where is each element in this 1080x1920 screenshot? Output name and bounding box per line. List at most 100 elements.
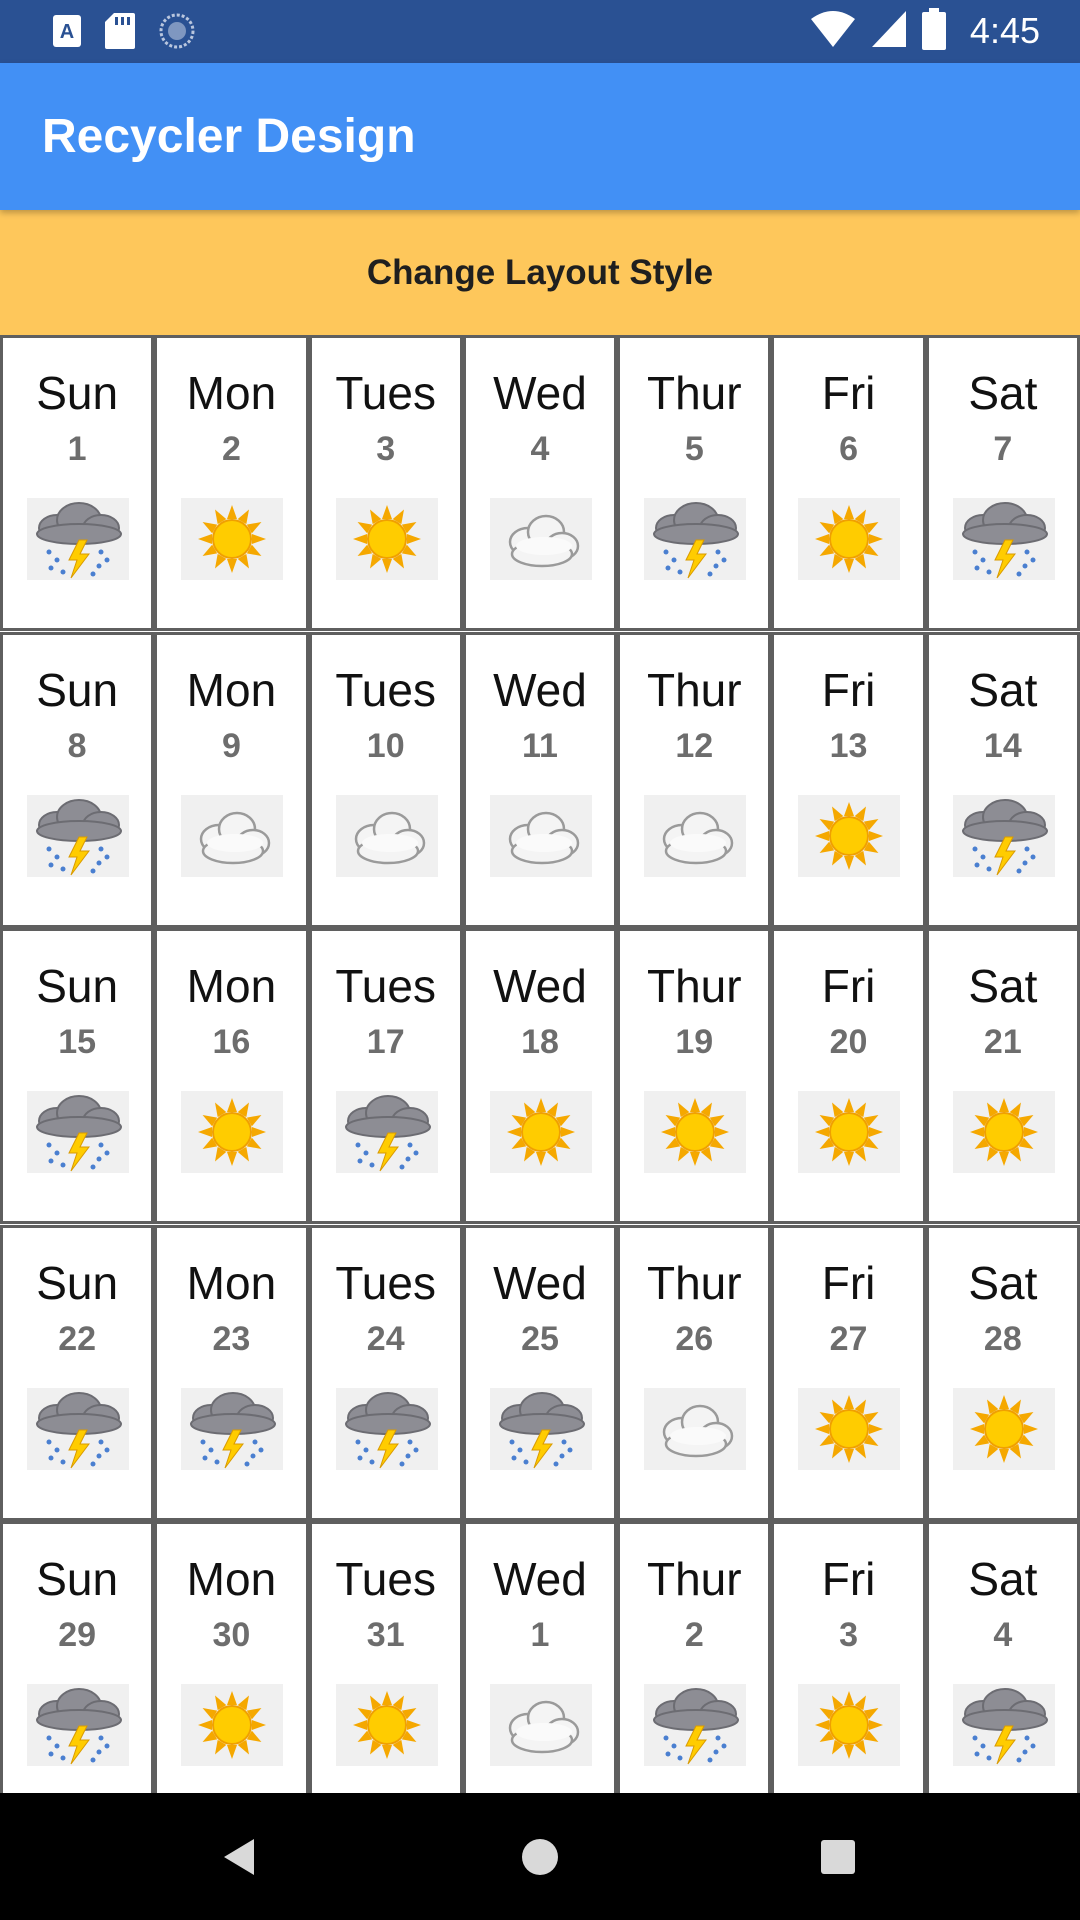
sun-icon	[798, 1387, 901, 1470]
day-number: 4	[530, 430, 550, 468]
day-number: 3	[376, 430, 396, 468]
thunderstorm-icon	[27, 794, 129, 877]
day-cell[interactable]: Thur 26	[617, 1224, 772, 1521]
day-name: Sun	[36, 367, 119, 419]
app-root: A 4:45 Recycler Design Change Layout Sty…	[0, 0, 1080, 1920]
day-cell[interactable]: Mon 2	[154, 335, 309, 631]
change-layout-style-button[interactable]: Change Layout Style	[0, 210, 1080, 335]
signal-icon	[870, 9, 908, 53]
day-number: 1	[67, 430, 87, 468]
day-cell[interactable]: Tues 24	[308, 1224, 463, 1521]
cloud-icon	[489, 498, 592, 580]
day-cell[interactable]: Sat 7	[925, 335, 1080, 631]
thunderstorm-icon	[27, 1091, 129, 1173]
thunderstorm-icon	[644, 1684, 747, 1766]
day-number: 17	[366, 1023, 405, 1061]
day-name: Wed	[493, 1553, 587, 1605]
navigation-bar	[0, 1793, 1080, 1920]
sun-icon	[335, 498, 438, 580]
day-name: Thur	[646, 1553, 742, 1605]
thunderstorm-icon	[952, 794, 1055, 877]
day-cell[interactable]: Sun 22	[0, 1224, 155, 1521]
day-cell[interactable]: Tues 17	[308, 928, 463, 1224]
day-cell[interactable]: Fri 13	[771, 631, 926, 928]
day-name: Sat	[968, 367, 1038, 419]
day-cell[interactable]: Wed 4	[462, 335, 618, 631]
cloud-icon	[335, 794, 438, 877]
day-name: Wed	[493, 367, 587, 419]
day-cell[interactable]: Tues 31	[308, 1521, 463, 1793]
day-cell[interactable]: Sat 28	[925, 1224, 1080, 1521]
day-cell[interactable]: Sun 29	[0, 1521, 155, 1793]
day-cell[interactable]: Sun 1	[0, 335, 155, 631]
sun-icon	[335, 1684, 438, 1766]
day-number: 2	[221, 430, 241, 468]
day-cell[interactable]: Mon 9	[154, 631, 309, 928]
day-cell[interactable]: Sat 21	[925, 928, 1080, 1224]
home-icon[interactable]	[510, 1827, 570, 1887]
sd-card-icon	[104, 12, 136, 54]
day-number: 26	[675, 1319, 714, 1358]
day-cell[interactable]: Thur 2	[617, 1521, 772, 1793]
calendar-grid[interactable]: Sun 1 Mon 2 Tues 3 Wed 4 Thur 5 Fri 6 Sat 7 Sun 8 Mon 9 Tu…	[0, 335, 1080, 1793]
day-name: Tues	[335, 367, 436, 419]
day-name: Thur	[646, 960, 742, 1012]
day-cell[interactable]: Thur 19	[617, 928, 772, 1224]
day-name: Sun	[36, 663, 119, 716]
day-name: Sat	[968, 960, 1038, 1012]
day-number: 9	[221, 726, 241, 765]
thunderstorm-icon	[181, 1387, 284, 1470]
cloud-icon	[181, 794, 284, 877]
day-number: 28	[983, 1319, 1022, 1358]
day-cell[interactable]: Tues 3	[308, 335, 463, 631]
day-cell[interactable]: Wed 18	[462, 928, 618, 1224]
status-right-icons: 4:45	[810, 8, 1040, 54]
day-cell[interactable]: Mon 16	[154, 928, 309, 1224]
day-number: 27	[829, 1319, 868, 1358]
day-cell[interactable]: Fri 3	[771, 1521, 926, 1793]
recents-icon[interactable]	[808, 1827, 868, 1887]
day-cell[interactable]: Wed 25	[462, 1224, 618, 1521]
day-number: 23	[212, 1319, 251, 1358]
day-name: Fri	[821, 1256, 876, 1309]
day-number: 19	[675, 1023, 714, 1061]
sun-icon	[181, 1684, 284, 1766]
day-name: Sun	[36, 1256, 119, 1309]
day-number: 4	[993, 1616, 1013, 1654]
a-badge-icon: A	[52, 14, 82, 52]
day-cell[interactable]: Thur 5	[617, 335, 772, 631]
thunderstorm-icon	[952, 1684, 1055, 1766]
day-cell[interactable]: Sat 4	[925, 1521, 1080, 1793]
day-cell[interactable]: Wed 1	[462, 1521, 618, 1793]
day-cell[interactable]: Mon 30	[154, 1521, 309, 1793]
day-cell[interactable]: Sun 8	[0, 631, 155, 928]
day-name: Fri	[821, 663, 876, 716]
day-cell[interactable]: Fri 6	[771, 335, 926, 631]
day-number: 25	[521, 1319, 559, 1358]
day-name: Sat	[968, 1256, 1038, 1309]
day-name: Fri	[821, 960, 876, 1012]
day-cell[interactable]: Fri 27	[771, 1224, 926, 1521]
day-number: 18	[521, 1023, 559, 1061]
thunderstorm-icon	[27, 498, 129, 580]
day-number: 7	[993, 430, 1013, 468]
sun-icon	[952, 1091, 1055, 1173]
day-cell[interactable]: Sat 14	[925, 631, 1080, 928]
day-name: Sun	[36, 1553, 119, 1605]
day-number: 16	[212, 1023, 251, 1061]
day-cell[interactable]: Fri 20	[771, 928, 926, 1224]
thunderstorm-icon	[335, 1091, 438, 1173]
day-name: Tues	[335, 1553, 436, 1605]
status-left-icons: A	[52, 12, 196, 54]
day-cell[interactable]: Tues 10	[308, 631, 463, 928]
day-name: Thur	[646, 663, 742, 716]
day-name: Tues	[335, 1256, 436, 1309]
day-cell[interactable]: Mon 23	[154, 1224, 309, 1521]
sun-icon	[798, 498, 901, 580]
back-icon[interactable]	[210, 1827, 270, 1887]
day-cell[interactable]: Sun 15	[0, 928, 155, 1224]
day-cell[interactable]: Thur 12	[617, 631, 772, 928]
battery-icon	[921, 8, 946, 54]
day-cell[interactable]: Wed 11	[462, 631, 618, 928]
cloud-icon	[489, 794, 592, 877]
